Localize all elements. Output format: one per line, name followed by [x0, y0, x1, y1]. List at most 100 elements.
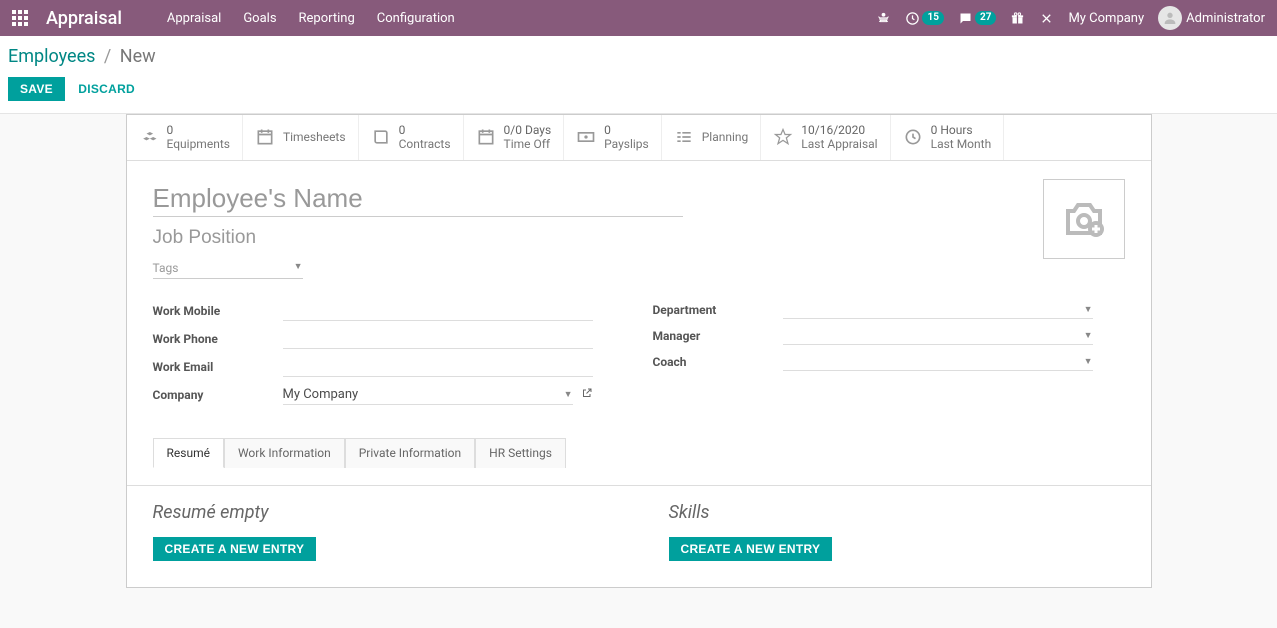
field-columns: Work Mobile Work Phone Work Email Compan…	[153, 301, 1125, 413]
activities-icon[interactable]: 15	[905, 11, 943, 26]
topnav: Appraisal Appraisal Goals Reporting Conf…	[0, 0, 1277, 36]
tabs: Resumé Work Information Private Informat…	[153, 437, 1125, 467]
app-title: Appraisal	[46, 8, 122, 29]
field-manager: Manager ▼	[653, 327, 1093, 345]
tags-field[interactable]: Tags ▼	[153, 258, 303, 279]
input-work-mobile[interactable]	[283, 301, 593, 321]
employee-name-input[interactable]	[153, 179, 683, 217]
stat-payslips[interactable]: 0 Payslips	[564, 115, 662, 160]
form-sheet: 0 Equipments Timesheets 0 Contracts	[126, 114, 1152, 588]
tab-hr-settings[interactable]: HR Settings	[475, 438, 566, 468]
select-department[interactable]: ▼	[783, 301, 1093, 319]
stat-last-appraisal[interactable]: 10/16/2020 Last Appraisal	[761, 115, 890, 160]
messages-badge: 27	[975, 11, 996, 25]
sheet-area: 0 Equipments Timesheets 0 Contracts	[0, 114, 1277, 628]
book-icon	[371, 127, 391, 147]
tags-placeholder: Tags	[153, 261, 179, 275]
stat-last-month[interactable]: 0 Hours Last Month	[891, 115, 1005, 160]
resume-section: Resumé empty Create a New Entry	[153, 502, 609, 561]
chevron-down-icon: ▼	[294, 261, 303, 275]
chevron-down-icon: ▼	[564, 389, 573, 400]
stat-lbl: Time Off	[504, 137, 552, 151]
label-coach: Coach	[653, 355, 783, 369]
label-department: Department	[653, 303, 783, 317]
tasks-icon	[674, 127, 694, 147]
label-work-mobile: Work Mobile	[153, 304, 283, 318]
skills-new-entry-button[interactable]: Create a New Entry	[669, 537, 833, 561]
field-work-phone: Work Phone	[153, 329, 593, 349]
input-work-phone[interactable]	[283, 329, 593, 349]
user-name: Administrator	[1186, 11, 1265, 26]
select-company[interactable]: My Company ▼	[283, 385, 573, 405]
stat-lbl: Payslips	[604, 137, 649, 151]
menu-goals[interactable]: Goals	[243, 11, 276, 26]
employee-image[interactable]	[1043, 179, 1125, 259]
breadcrumb-root[interactable]: Employees	[8, 46, 95, 67]
stat-lbl: Contracts	[399, 137, 451, 151]
stat-timeoff[interactable]: 0/0 Days Time Off	[464, 115, 565, 160]
tab-work-information[interactable]: Work Information	[224, 438, 345, 468]
tab-content: Resumé empty Create a New Entry Skills C…	[127, 486, 1151, 587]
apps-icon[interactable]	[12, 10, 28, 26]
stat-val: 10/16/2020	[801, 123, 877, 137]
job-position-input[interactable]	[153, 225, 683, 252]
tab-private-information[interactable]: Private Information	[345, 438, 475, 468]
activities-badge: 15	[922, 11, 943, 25]
company-selector[interactable]: My Company	[1068, 11, 1144, 26]
cubes-icon	[139, 127, 159, 147]
calendar-icon	[255, 127, 275, 147]
menu-reporting[interactable]: Reporting	[299, 11, 355, 26]
skills-section: Skills Create a New Entry	[669, 502, 1125, 561]
stat-val: 0/0 Days	[504, 123, 552, 137]
gift-icon[interactable]	[1010, 11, 1025, 26]
menu-appraisal[interactable]: Appraisal	[167, 11, 221, 26]
menu-configuration[interactable]: Configuration	[377, 11, 455, 26]
stat-contracts[interactable]: 0 Contracts	[359, 115, 464, 160]
company-value: My Company	[283, 387, 359, 402]
field-coach: Coach ▼	[653, 353, 1093, 371]
stat-val: 0	[399, 123, 451, 137]
skills-heading: Skills	[669, 502, 1125, 523]
control-bar: Employees / New Save Discard	[0, 36, 1277, 114]
input-work-email[interactable]	[283, 357, 593, 377]
camera-plus-icon	[1060, 195, 1108, 243]
external-link-icon[interactable]	[581, 387, 593, 403]
stat-timesheets[interactable]: Timesheets	[243, 115, 359, 160]
stat-lbl: Last Appraisal	[801, 137, 877, 151]
calendar-icon	[476, 127, 496, 147]
nav-right: 15 27 My Company Administrator	[876, 6, 1265, 30]
stat-val: 0 Hours	[931, 123, 992, 137]
field-work-mobile: Work Mobile	[153, 301, 593, 321]
stat-val: 0	[604, 123, 649, 137]
form-body: Tags ▼ Work Mobile Work Phone Work Email	[127, 161, 1151, 485]
save-button[interactable]: Save	[8, 77, 65, 101]
label-work-email: Work Email	[153, 360, 283, 374]
stat-planning[interactable]: Planning	[662, 115, 762, 160]
select-manager[interactable]: ▼	[783, 327, 1093, 345]
stat-buttons: 0 Equipments Timesheets 0 Contracts	[127, 115, 1151, 161]
resume-heading: Resumé empty	[153, 502, 609, 523]
stat-lbl: Planning	[702, 130, 749, 144]
star-icon	[773, 127, 793, 147]
label-work-phone: Work Phone	[153, 332, 283, 346]
clock-icon	[903, 127, 923, 147]
debug-icon[interactable]	[876, 11, 891, 26]
user-menu[interactable]: Administrator	[1158, 6, 1265, 30]
stat-lbl: Last Month	[931, 137, 992, 151]
resume-new-entry-button[interactable]: Create a New Entry	[153, 537, 317, 561]
field-work-email: Work Email	[153, 357, 593, 377]
tools-icon[interactable]	[1039, 11, 1054, 26]
stat-val: 0	[167, 123, 230, 137]
tab-resume[interactable]: Resumé	[153, 438, 224, 468]
avatar-icon	[1158, 6, 1182, 30]
select-coach[interactable]: ▼	[783, 353, 1093, 371]
stat-equipments[interactable]: 0 Equipments	[127, 115, 243, 160]
stat-lbl: Timesheets	[283, 130, 346, 144]
discard-button[interactable]: Discard	[68, 77, 145, 101]
field-col-left: Work Mobile Work Phone Work Email Compan…	[153, 301, 593, 413]
messages-icon[interactable]: 27	[958, 11, 996, 26]
field-department: Department ▼	[653, 301, 1093, 319]
money-icon	[576, 127, 596, 147]
main-menu: Appraisal Goals Reporting Configuration	[167, 11, 455, 26]
field-col-right: Department ▼ Manager ▼ Coach	[653, 301, 1093, 413]
